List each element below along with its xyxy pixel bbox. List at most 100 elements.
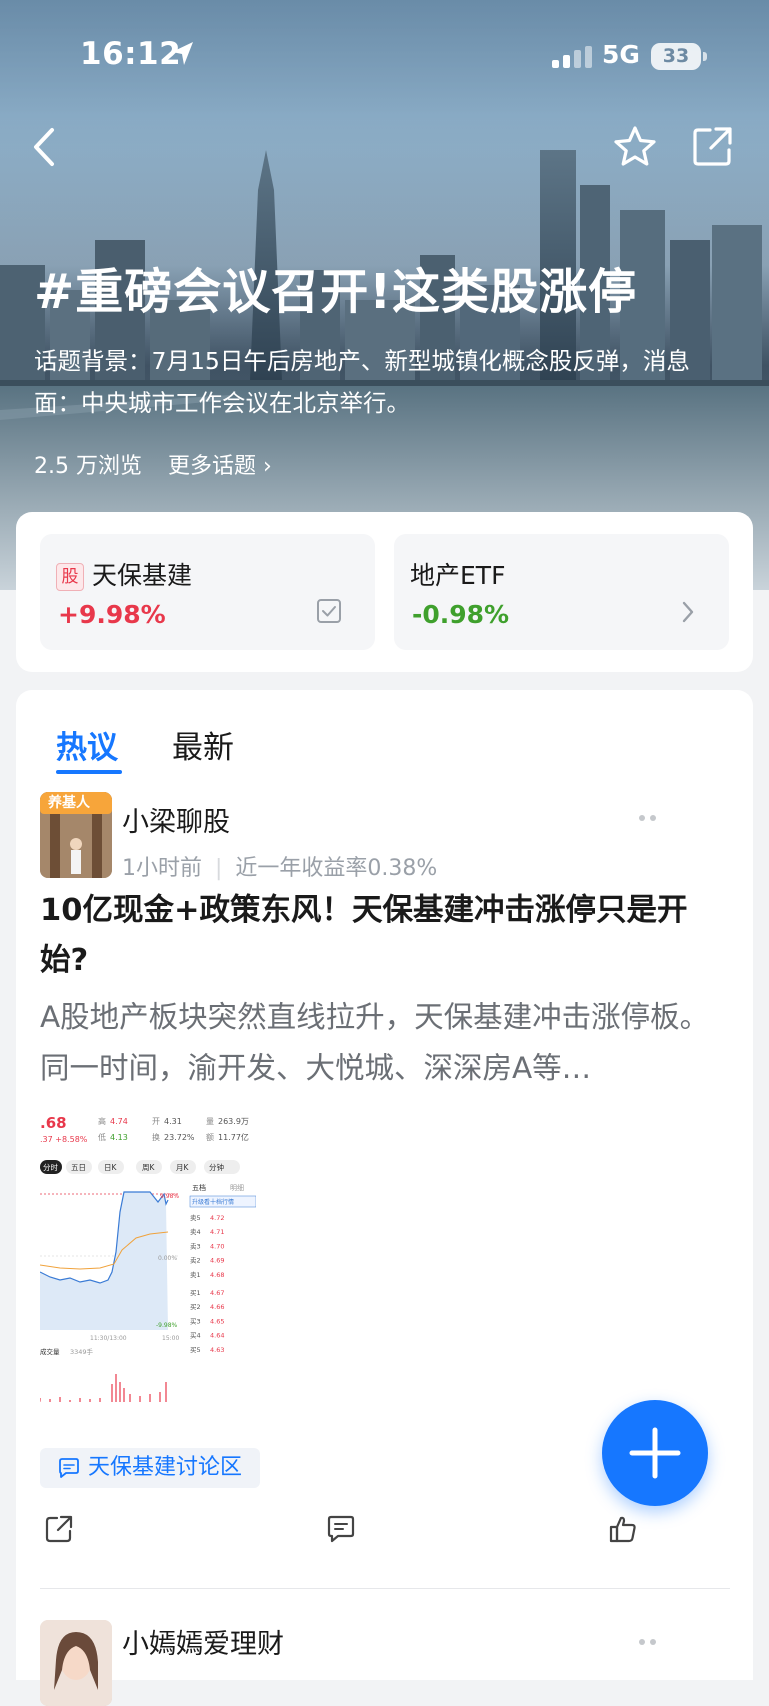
chart-turnover-label: 换 [152,1132,160,1142]
orderbook-price: 4.68 [210,1271,224,1279]
orderbook-label: 买3 [190,1317,201,1325]
orderbook-upgrade: 升级看十档行情 [192,1198,234,1206]
forum-tag[interactable]: 天保基建讨论区 [40,1448,261,1488]
more-topics-label: 更多话题 [168,454,257,479]
location-arrow-icon [172,42,193,65]
back-icon[interactable] [28,124,68,170]
view-count: 2.5 万浏览 [34,454,142,479]
battery-level: 33 [662,45,690,67]
chart-bottom-pct: -9.98% [156,1322,178,1329]
orderbook-label: 买2 [190,1303,201,1311]
orderbook-price: 4.66 [210,1303,224,1311]
topic-description: 话题背景：7月15日午后房地产、新型城镇化概念股反弹，消息面：中央城市工作会议在… [34,347,690,417]
stock-tile-etf[interactable]: 地产ETF -0.98% [394,534,729,650]
orderbook-label: 卖2 [190,1257,201,1265]
network-type: 5G [602,40,640,69]
post-time: 1小时前 [122,856,202,881]
comment-icon[interactable] [326,1514,356,1544]
share-icon[interactable] [690,124,736,170]
chart-high: 4.74 [110,1117,128,1126]
chart-amt: 11.77亿 [218,1132,249,1142]
orderbook-price: 4.71 [210,1228,224,1236]
stock-name: 地产ETF [410,561,506,590]
stock-name-text: 天保基建 [92,561,193,590]
topic-title: #重磅会议召开!这类股涨停 [34,264,638,320]
post-divider [40,1588,730,1589]
status-bar: 16:12 5G 33 [0,36,769,76]
orderbook-price: 4.72 [210,1214,224,1222]
battery-tip [703,52,707,61]
chart-top-pct: 9.98% [160,1193,179,1200]
orderbook-label: 卖5 [190,1214,201,1222]
chart-turnover: 23.72% [164,1133,195,1142]
chart-change-head: .37 +8.58% [40,1135,88,1144]
orderbook-label: 买5 [190,1346,201,1354]
post-image[interactable]: .68 .37 +8.58% 高 4.74 低 4.13 开 4.31 换 23… [40,1112,256,1406]
chart-volume-label: 成交量 [40,1347,60,1356]
orderbook-price: 4.67 [210,1289,224,1297]
orderbook-price: 4.64 [210,1332,224,1340]
like-icon[interactable] [608,1514,638,1544]
discussion-feed: 热议 最新 养基人 小梁聊股 1小时前 | 近一年收益率0.38% 10亿现金+… [16,690,753,1706]
orderbook-label: 卖4 [190,1228,201,1236]
stock-name: 股天保基建 [56,556,192,592]
post-title[interactable]: 10亿现金+政策东风！天保基建冲击涨停只是开始? [40,886,730,986]
chart-amt-label: 额 [206,1132,214,1142]
status-time: 16:12 [80,36,182,72]
chart-low: 4.13 [110,1133,128,1142]
chart-high-label: 高 [98,1116,106,1126]
chart-volume-value: 3349手 [70,1347,94,1356]
chart-period-tab: 分时 [43,1162,58,1172]
stock-change: +9.98% [58,600,166,629]
chart-time-label: 15:00 [162,1335,179,1342]
post-meta: 1小时前 | 近一年收益率0.38% [122,850,437,882]
author-name[interactable]: 小梁聊股 [122,800,230,839]
more-topics-link[interactable]: 更多话题 › [168,448,272,480]
stock-change: -0.98% [412,600,510,629]
chevron-right-icon [682,601,694,623]
orderbook-tab: 五档 [192,1183,206,1192]
stock-badge: 股 [56,563,84,591]
chart-price-head: .68 [40,1114,67,1132]
tab-hot[interactable]: 热议 [56,722,118,767]
orderbook-price: 4.65 [210,1317,224,1325]
chart-open: 4.31 [164,1117,182,1126]
author-return: 近一年收益率0.38% [235,856,438,881]
chart-period-tab: 分钟 [209,1162,224,1172]
author-name[interactable]: 小嫣嫣爱理财 [122,1622,284,1661]
star-icon[interactable] [612,124,658,170]
orderbook-label: 买4 [190,1332,201,1340]
avatar[interactable] [40,1620,112,1706]
orderbook-price: 4.70 [210,1242,224,1250]
chart-period-tab: 五日 [71,1163,86,1172]
forum-tag-label: 天保基建讨论区 [88,1455,243,1480]
orderbook-label: 卖3 [190,1242,201,1250]
orderbook-tab: 明细 [230,1183,244,1192]
more-options-icon[interactable] [638,1638,660,1646]
stock-tile-tianbao[interactable]: 股天保基建 +9.98% [40,534,375,650]
orderbook-label: 买1 [190,1289,201,1297]
avatar-photo [40,1620,112,1706]
chart-mid-pct: 0.00% [158,1255,177,1262]
chart-period-tab: 月K [176,1163,189,1172]
share-icon[interactable] [44,1514,74,1544]
chart-vol: 263.9万 [218,1117,249,1126]
chart-open-label: 开 [152,1117,160,1126]
related-stocks-card: 股天保基建 +9.98% 地产ETF -0.98% [16,512,753,672]
topic-header: 16:12 5G 33 #重磅会议召开!这类股涨停 话题背景：7月15日午后房地… [0,0,769,590]
avatar-badge: 养基人 [48,795,90,811]
add-post-button[interactable] [602,1400,708,1506]
chart-time-label: 11:30/13:00 [90,1335,127,1342]
chart-period-tab: 周K [142,1163,155,1172]
comment-bubble-icon [59,1458,79,1478]
signal-icon [552,46,592,68]
more-options-icon[interactable] [638,814,660,822]
tab-latest[interactable]: 最新 [172,722,234,767]
avatar[interactable]: 养基人 [40,792,112,878]
orderbook-price: 4.63 [210,1346,224,1354]
post-excerpt[interactable]: A股地产板块突然直线拉升，天保基建冲击涨停板。同一时间，渝开发、大悦城、深深房A… [40,992,730,1094]
plus-icon [629,1427,681,1479]
checkbox-icon[interactable] [316,598,342,624]
orderbook-price: 4.69 [210,1257,224,1265]
meta-separator: | [215,856,223,881]
